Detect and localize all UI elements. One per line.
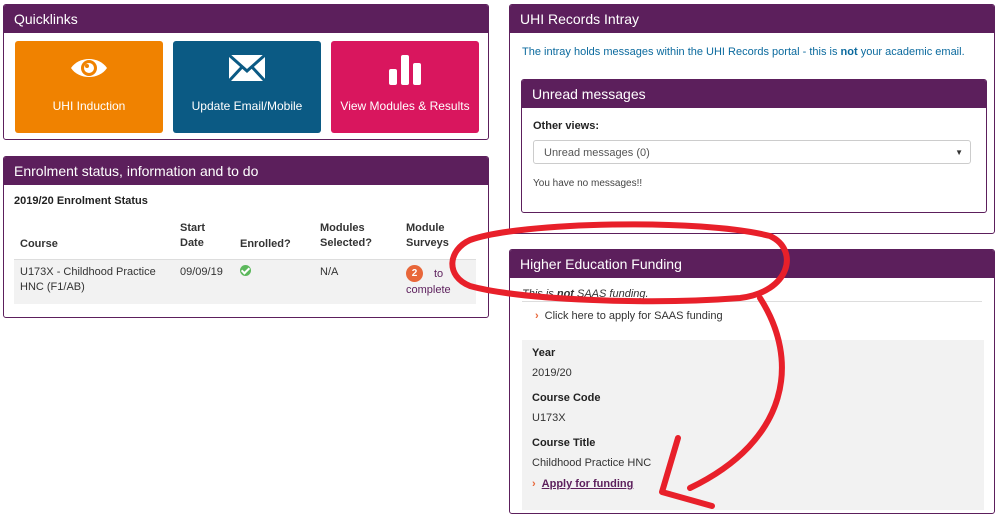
year-label: Year: [532, 347, 556, 359]
saas-funding-link[interactable]: › Click here to apply for SAAS funding: [535, 310, 723, 322]
tile-label: View Modules & Results: [340, 99, 470, 113]
col-header-course: Course: [20, 238, 58, 250]
course-info-box: Year 2019/20 Course Code U173X Course Ti…: [522, 340, 984, 510]
divider: [522, 301, 982, 302]
view-modules-results-tile[interactable]: View Modules & Results: [331, 41, 479, 133]
enrolment-subtitle: 2019/20 Enrolment Status: [14, 195, 148, 207]
other-views-label: Other views:: [533, 120, 600, 132]
intray-title: UHI Records Intray: [510, 5, 994, 33]
intray-panel: UHI Records Intray The intray holds mess…: [509, 4, 995, 234]
chevron-right-icon: ›: [535, 310, 539, 322]
survey-count-badge: 2: [406, 265, 423, 282]
intray-description: The intray holds messages within the UHI…: [522, 46, 965, 58]
col-header-start: Start Date: [180, 222, 206, 249]
survey-to-link[interactable]: to: [434, 267, 443, 282]
funding-note: This is not SAAS funding.: [522, 288, 649, 300]
bar-chart-icon: [389, 55, 421, 85]
quicklinks-panel: Quicklinks UHI Induction Update Email/Mo…: [3, 4, 489, 140]
funding-panel: Higher Education Funding This is not SAA…: [509, 249, 995, 514]
funding-title: Higher Education Funding: [510, 250, 994, 278]
course-code-label: Course Code: [532, 392, 601, 404]
tile-label: UHI Induction: [52, 99, 126, 113]
quicklinks-title: Quicklinks: [4, 5, 488, 33]
course-title-value: Childhood Practice HNC: [532, 457, 652, 469]
caret-down-icon: ▼: [955, 148, 963, 157]
course-title-label: Course Title: [532, 437, 596, 449]
tile-label: Update Email/Mobile: [191, 99, 303, 113]
survey-complete-link[interactable]: complete: [406, 283, 451, 298]
update-email-mobile-tile[interactable]: Update Email/Mobile: [173, 41, 321, 133]
modules-cell: N/A: [320, 266, 339, 278]
apply-for-funding-link[interactable]: › Apply for funding: [532, 478, 633, 490]
col-header-surveys: Module Surveys: [406, 222, 449, 249]
course-cell: U173X - Childhood Practice HNC (F1/AB): [20, 266, 156, 293]
uhi-induction-tile[interactable]: UHI Induction: [15, 41, 163, 133]
check-icon: [240, 265, 251, 276]
course-code-value: U173X: [532, 412, 566, 424]
eye-icon: [71, 59, 107, 77]
enrolment-panel: Enrolment status, information and to do …: [3, 156, 489, 318]
year-value: 2019/20: [532, 367, 572, 379]
chevron-right-icon: ›: [532, 478, 536, 490]
start-date-cell: 09/09/19: [180, 266, 223, 278]
unread-messages-panel: Unread messages Other views: Unread mess…: [521, 79, 987, 213]
col-header-enrolled: Enrolled?: [240, 238, 291, 250]
empty-message: You have no messages!!: [533, 178, 643, 189]
views-select[interactable]: Unread messages (0) ▼: [533, 140, 971, 164]
unread-title: Unread messages: [522, 80, 986, 108]
enrolment-title: Enrolment status, information and to do: [4, 157, 488, 185]
col-header-modules: Modules Selected?: [320, 222, 372, 249]
envelope-icon: [228, 53, 266, 83]
